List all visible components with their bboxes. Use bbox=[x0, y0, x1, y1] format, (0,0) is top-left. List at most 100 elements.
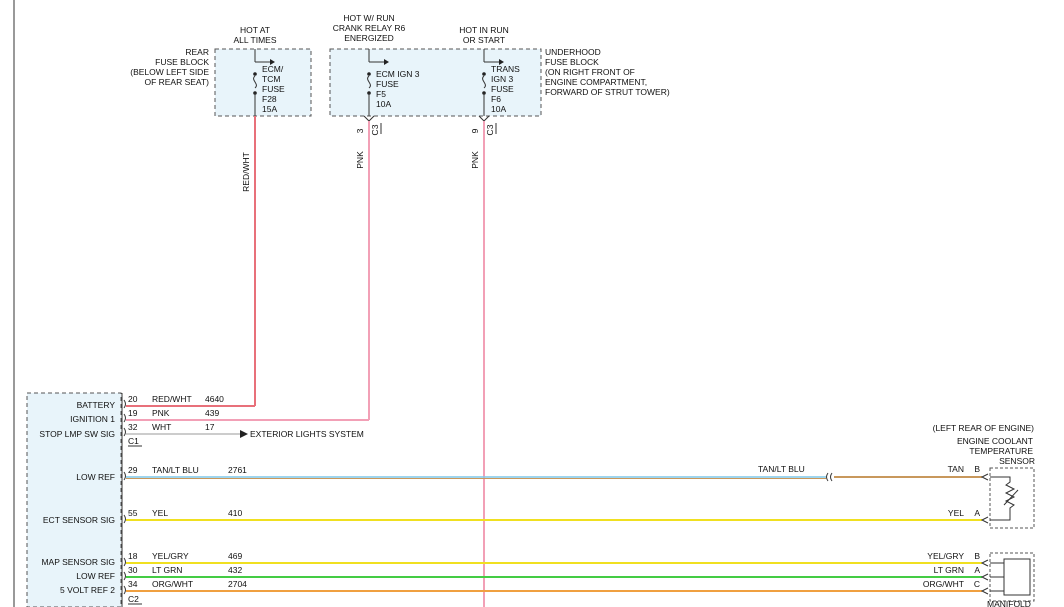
pin-number: 55 bbox=[128, 508, 138, 518]
pin-number: 18 bbox=[128, 551, 138, 561]
ecm-label-map-sig: MAP SENSOR SIG bbox=[41, 557, 115, 567]
pin-number: 19 bbox=[128, 408, 138, 418]
pin-letter: A bbox=[974, 565, 980, 575]
ecm-label-low-ref-2: LOW REF bbox=[76, 571, 115, 581]
label-line: FUSE BLOCK bbox=[155, 57, 209, 67]
fuse-text: F28 bbox=[262, 94, 277, 104]
inline-connector bbox=[826, 472, 833, 482]
connector-label: C3 bbox=[485, 124, 495, 135]
wire-color: YEL bbox=[948, 508, 964, 518]
wiring-diagram: HOT AT ALL TIMES HOT W/ RUN CRANK RELAY … bbox=[13, 0, 1035, 607]
pin-number: 29 bbox=[128, 465, 138, 475]
wire-label: PNK bbox=[355, 151, 365, 169]
ecm-label-ect-sig: ECT SENSOR SIG bbox=[43, 515, 115, 525]
pin-number: 3 bbox=[355, 128, 365, 133]
sensor-name: MANIFOLD bbox=[987, 599, 1031, 607]
fuse-text: FUSE bbox=[491, 84, 514, 94]
sensor-name: ENGINE COOLANT bbox=[957, 436, 1033, 446]
wire-color: TAN/LT BLU bbox=[152, 465, 199, 475]
pin-letter: C bbox=[974, 579, 980, 589]
ecm-row-details: 20 RED/WHT 4640 19 PNK 439 32 WHT 17 C1 … bbox=[128, 394, 805, 605]
underhood-fuse-block-label: UNDERHOOD FUSE BLOCK (ON RIGHT FRONT OF … bbox=[545, 47, 670, 97]
circuit-number: 17 bbox=[205, 422, 215, 432]
circuit-number: 410 bbox=[228, 508, 242, 518]
circuit-number: 4640 bbox=[205, 394, 224, 404]
wire-label: RED/WHT bbox=[241, 152, 251, 192]
header-hot-in-run: HOT IN RUN OR START bbox=[459, 25, 508, 45]
fuse-text: ECM/ bbox=[262, 64, 284, 74]
pin-number: 20 bbox=[128, 394, 138, 404]
wire-color: ORG/WHT bbox=[923, 579, 964, 589]
ecm-label-5v-ref: 5 VOLT REF 2 bbox=[60, 585, 115, 595]
fuse-text: 10A bbox=[376, 99, 391, 109]
ect-sensor: (LEFT REAR OF ENGINE) ENGINE COOLANT TEM… bbox=[933, 423, 1035, 529]
label-line: ENGINE COMPARTMENT, bbox=[545, 77, 647, 87]
ecm-label-ignition: IGNITION 1 bbox=[70, 414, 115, 424]
wire-color: LT GRN bbox=[934, 565, 964, 575]
circuit-number: 439 bbox=[205, 408, 219, 418]
header-line: ENERGIZED bbox=[344, 33, 394, 43]
wire-color: YEL/GRY bbox=[927, 551, 964, 561]
header-line: ALL TIMES bbox=[234, 35, 277, 45]
wire-color: PNK bbox=[152, 408, 170, 418]
fuse-text: ECM IGN 3 bbox=[376, 69, 420, 79]
exterior-lights-label: EXTERIOR LIGHTS SYSTEM bbox=[250, 429, 364, 439]
fuse-text: F5 bbox=[376, 89, 386, 99]
wire-color: RED/WHT bbox=[152, 394, 192, 404]
ecm-label-stop-lamp: STOP LMP SW SIG bbox=[39, 429, 115, 439]
connector-label: C3 bbox=[370, 124, 380, 135]
header-line: OR START bbox=[463, 35, 505, 45]
circuit-number: 2704 bbox=[228, 579, 247, 589]
label-line: FUSE BLOCK bbox=[545, 57, 599, 67]
fuse-text: F6 bbox=[491, 94, 501, 104]
wire-color: ORG/WHT bbox=[152, 579, 193, 589]
wire-color: WHT bbox=[152, 422, 171, 432]
fuse-text: 10A bbox=[491, 104, 506, 114]
sensor-name: SENSOR bbox=[999, 456, 1035, 466]
wire-color: YEL bbox=[152, 508, 168, 518]
label-line: REAR bbox=[185, 47, 209, 57]
label-line: FORWARD OF STRUT TOWER) bbox=[545, 87, 670, 97]
pin-number: 34 bbox=[128, 579, 138, 589]
pin-letter: B bbox=[974, 551, 980, 561]
label-line: (BELOW LEFT SIDE bbox=[130, 67, 209, 77]
rear-fuse-block-label: REAR FUSE BLOCK (BELOW LEFT SIDE OF REAR… bbox=[130, 47, 209, 87]
wire-label: PNK bbox=[470, 151, 480, 169]
pin-number: 9 bbox=[470, 128, 480, 133]
fuse-text: IGN 3 bbox=[491, 74, 513, 84]
ecm-pin-brackets bbox=[123, 399, 126, 595]
label-line: UNDERHOOD bbox=[545, 47, 601, 57]
fuse-text: TRANS bbox=[491, 64, 520, 74]
circuit-number: 2761 bbox=[228, 465, 247, 475]
header-hot-at-all-times: HOT AT ALL TIMES bbox=[234, 25, 277, 45]
wire-color: LT GRN bbox=[152, 565, 182, 575]
sensor-location: (LEFT REAR OF ENGINE) bbox=[933, 423, 1035, 433]
pin-letter: A bbox=[974, 508, 980, 518]
arrow-icon bbox=[240, 430, 248, 438]
header-line: HOT W/ RUN bbox=[343, 13, 394, 23]
ecm-label-low-ref: LOW REF bbox=[76, 472, 115, 482]
circuit-number: 469 bbox=[228, 551, 242, 561]
wire-color: TAN bbox=[948, 464, 964, 474]
sensor-name: TEMPERATURE bbox=[969, 446, 1033, 456]
connector-label: C1 bbox=[128, 436, 139, 446]
header-line: CRANK RELAY R6 bbox=[333, 23, 406, 33]
circuit-number: 432 bbox=[228, 565, 242, 575]
header-hot-w-run: HOT W/ RUN CRANK RELAY R6 ENERGIZED bbox=[333, 13, 406, 43]
header-line: HOT AT bbox=[240, 25, 270, 35]
pin-number: 30 bbox=[128, 565, 138, 575]
fuse-text: 15A bbox=[262, 104, 277, 114]
fuse-text: TCM bbox=[262, 74, 280, 84]
ecm-label-battery: BATTERY bbox=[77, 400, 116, 410]
pin-number: 32 bbox=[128, 422, 138, 432]
connector-label: C2 bbox=[128, 594, 139, 604]
fuse-text: FUSE bbox=[262, 84, 285, 94]
label-line: OF REAR SEAT) bbox=[144, 77, 209, 87]
vertical-wires: RED/WHT PNK PNK bbox=[241, 116, 485, 607]
label-line: (ON RIGHT FRONT OF bbox=[545, 67, 635, 77]
wire-color: TAN/LT BLU bbox=[758, 464, 805, 474]
wire-color: YEL/GRY bbox=[152, 551, 189, 561]
pin-letter: B bbox=[974, 464, 980, 474]
fuse-text: FUSE bbox=[376, 79, 399, 89]
header-line: HOT IN RUN bbox=[459, 25, 508, 35]
